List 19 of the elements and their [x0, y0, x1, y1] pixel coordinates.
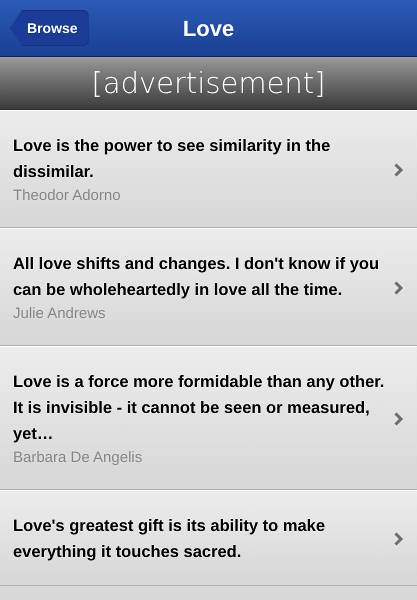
screen-title: Love: [182, 14, 234, 42]
quote-text: Love's greatest gift is its ability to make everything it touches sacred.: [13, 516, 326, 563]
advertisement-banner[interactable]: [advertisement]: [0, 57, 417, 110]
quote-row[interactable]: Love is the power to see similarity in the dissimilar. Theodor Adorno: [0, 110, 417, 228]
author-name: Barbara De Angelis: [13, 448, 144, 468]
author-name: Theodor Adorno: [13, 186, 122, 206]
chevron-icon: [394, 412, 403, 426]
chevron-icon: [394, 281, 403, 295]
back-button[interactable]: Browse: [10, 10, 89, 46]
quote-row[interactable]: All love shifts and changes. I don't know if you can be wholeheartedly in love all the time. Julie Andrews: [0, 228, 417, 346]
quote-text: All love shifts and changes. I don't know if you can be wholeheartedly in love all the time.: [13, 254, 380, 301]
quote-row[interactable]: Love's greatest gift is its ability to make everything it touches sacred.: [0, 490, 417, 586]
chevron-icon: [394, 163, 403, 177]
author-name: Julie Andrews: [13, 304, 107, 324]
quote-text: Love is a force more formidable than any other. It is invisible - it cannot be seen or measured, yet…: [13, 372, 385, 445]
quote-row[interactable]: Love is a force more formidable than any other. It is invisible - it cannot be seen or measured, yet… Barbara De Angelis: [0, 346, 417, 490]
chevron-icon: [394, 532, 403, 546]
advertisement-text: [advertisement]: [92, 64, 326, 102]
quote-text: Love is the power to see similarity in the dissimilar.: [13, 136, 332, 183]
